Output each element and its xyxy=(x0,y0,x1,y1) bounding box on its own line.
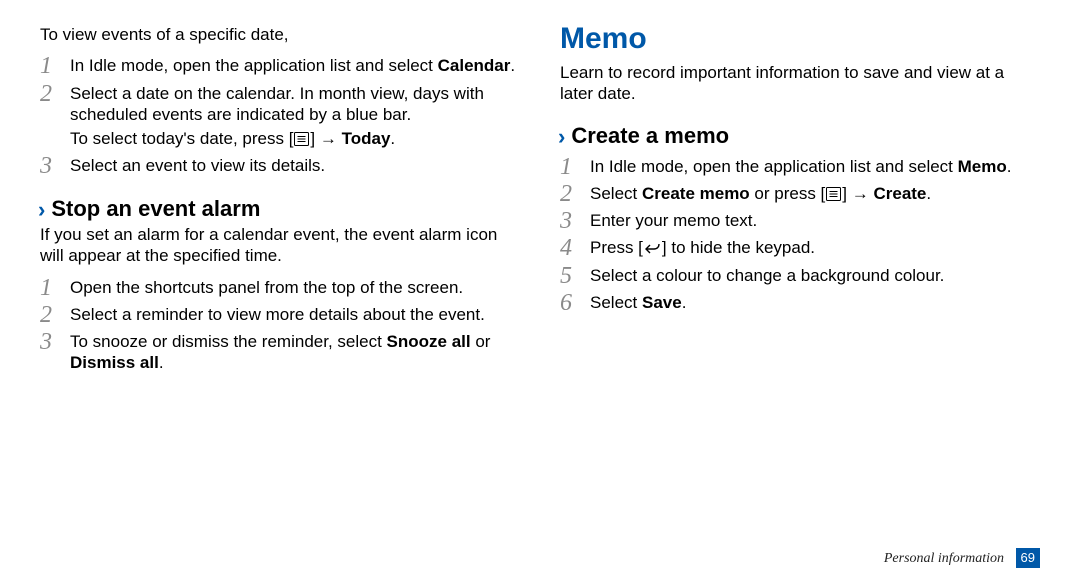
step-text: Select Save. xyxy=(590,292,1040,313)
step: 3 Select an event to view its details. xyxy=(40,155,520,176)
step-number: 3 xyxy=(560,206,584,236)
create-memo-steps: 1 In Idle mode, open the application lis… xyxy=(560,156,1040,314)
view-events-intro: To view events of a specific date, xyxy=(40,24,520,45)
step-text: Select a date on the calendar. In month … xyxy=(70,83,520,126)
step: 3 Enter your memo text. xyxy=(560,210,1040,231)
memo-section-title: Memo xyxy=(560,20,1040,58)
heading-text: Stop an event alarm xyxy=(51,196,260,221)
step-number: 1 xyxy=(40,51,64,81)
step: 2 Select a date on the calendar. In mont… xyxy=(40,83,520,150)
stop-alarm-steps: 1 Open the shortcuts panel from the top … xyxy=(40,277,520,374)
step-body: Enter your memo text. xyxy=(590,210,1040,231)
step-number: 3 xyxy=(40,151,64,181)
step-body: Select Create memo or press [] → Create. xyxy=(590,183,1040,204)
step-body: In Idle mode, open the application list … xyxy=(590,156,1040,177)
left-column: To view events of a specific date, 1 In … xyxy=(40,20,540,561)
right-column: Memo Learn to record important informati… xyxy=(540,20,1040,561)
step-text: Open the shortcuts panel from the top of… xyxy=(70,277,520,298)
step: 1 In Idle mode, open the application lis… xyxy=(560,156,1040,177)
step-number: 2 xyxy=(40,79,64,109)
step: 4 Press [] to hide the keypad. xyxy=(560,237,1040,258)
step: 1 In Idle mode, open the application lis… xyxy=(40,55,520,76)
step-body: To snooze or dismiss the reminder, selec… xyxy=(70,331,520,374)
stop-alarm-heading: ›Stop an event alarm xyxy=(38,195,520,223)
step: 1 Open the shortcuts panel from the top … xyxy=(40,277,520,298)
step-body: Press [] to hide the keypad. xyxy=(590,237,1040,258)
step-number: 3 xyxy=(40,327,64,357)
step: 2 Select Create memo or press [] → Creat… xyxy=(560,183,1040,204)
step-number: 2 xyxy=(40,300,64,330)
page-number: 69 xyxy=(1016,548,1040,568)
step-text: Select an event to view its details. xyxy=(70,155,520,176)
menu-key-icon xyxy=(294,132,309,146)
step: 3 To snooze or dismiss the reminder, sel… xyxy=(40,331,520,374)
step-number: 1 xyxy=(40,273,64,303)
step-number: 1 xyxy=(560,152,584,182)
step-text: Enter your memo text. xyxy=(590,210,1040,231)
chevron-right-icon: › xyxy=(38,196,45,224)
step: 2 Select a reminder to view more details… xyxy=(40,304,520,325)
step-body: Open the shortcuts panel from the top of… xyxy=(70,277,520,298)
view-events-steps: 1 In Idle mode, open the application lis… xyxy=(40,55,520,176)
memo-section-desc: Learn to record important information to… xyxy=(560,62,1040,105)
step-number: 4 xyxy=(560,233,584,263)
heading-text: Create a memo xyxy=(571,123,729,148)
step-body: Select a date on the calendar. In month … xyxy=(70,83,520,150)
step-text: Select a reminder to view more details a… xyxy=(70,304,520,325)
step-text: In Idle mode, open the application list … xyxy=(590,156,1040,177)
step-body: Select a reminder to view more details a… xyxy=(70,304,520,325)
chevron-right-icon: › xyxy=(558,123,565,151)
step-body: Select a colour to change a background c… xyxy=(590,265,1040,286)
stop-alarm-desc: If you set an alarm for a calendar event… xyxy=(40,224,520,267)
step-number: 6 xyxy=(560,288,584,318)
page-footer: Personal information 69 xyxy=(884,548,1040,568)
step-text: Select Create memo or press [] → Create. xyxy=(590,183,1040,204)
step-body: Select Save. xyxy=(590,292,1040,313)
step-number: 2 xyxy=(560,179,584,209)
step: 5 Select a colour to change a background… xyxy=(560,265,1040,286)
step-body: In Idle mode, open the application list … xyxy=(70,55,520,76)
step-text: Select a colour to change a background c… xyxy=(590,265,1040,286)
step: 6 Select Save. xyxy=(560,292,1040,313)
manual-page: To view events of a specific date, 1 In … xyxy=(0,0,1080,586)
step-text: In Idle mode, open the application list … xyxy=(70,55,520,76)
create-memo-heading: ›Create a memo xyxy=(558,122,1040,150)
footer-section-name: Personal information xyxy=(884,551,1004,566)
step-body: Select an event to view its details. xyxy=(70,155,520,176)
menu-key-icon xyxy=(826,187,841,201)
step-number: 5 xyxy=(560,261,584,291)
step-text: To select today's date, press [] → Today… xyxy=(70,128,520,149)
step-text: To snooze or dismiss the reminder, selec… xyxy=(70,331,520,374)
step-text: Press [] to hide the keypad. xyxy=(590,237,1040,258)
back-key-icon xyxy=(644,241,661,255)
